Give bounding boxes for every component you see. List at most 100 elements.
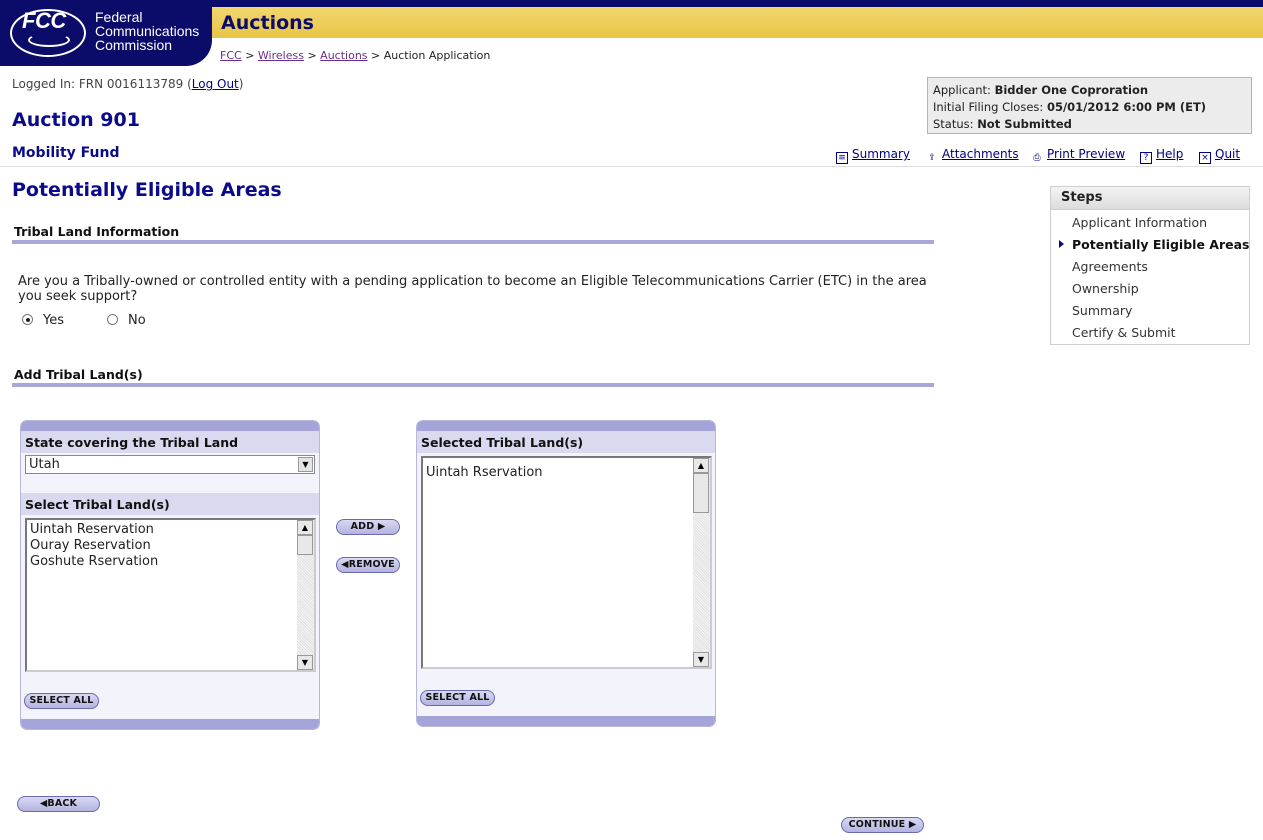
radio-yes[interactable]: Yes <box>22 313 64 328</box>
quit-icon: × <box>1199 152 1211 164</box>
tribal-info-title: Tribal Land Information <box>14 224 180 239</box>
scrollbar[interactable]: ▲ ▼ <box>693 458 710 667</box>
selected-lands-list[interactable]: Uintah Rservation ▲ ▼ <box>421 456 712 669</box>
scroll-thumb[interactable] <box>297 535 313 555</box>
radio-yes-button[interactable] <box>22 314 33 325</box>
printer-icon: ⎙ <box>1033 153 1041 163</box>
agency-line-3: Commission <box>95 37 173 53</box>
filing-closes-label: Initial Filing Closes: <box>933 100 1044 114</box>
step-potentially-eligible-areas[interactable]: Potentially Eligible Areas <box>1072 237 1249 252</box>
step-ownership[interactable]: Ownership <box>1072 281 1139 296</box>
selected-lands-panel: Selected Tribal Land(s) Uintah Rservatio… <box>416 420 716 727</box>
quit-link-label[interactable]: Quit <box>1215 147 1240 161</box>
step-agreements[interactable]: Agreements <box>1072 259 1148 274</box>
back-button[interactable]: ◀BACK <box>17 796 100 812</box>
panel-cap <box>21 421 319 431</box>
available-lands-list[interactable]: Uintah Reservation Ouray Reservation Gos… <box>25 518 316 672</box>
selected-panel-title: Selected Tribal Land(s) <box>417 431 715 453</box>
arrow-left-icon: ◀ <box>341 559 349 570</box>
step-applicant-information[interactable]: Applicant Information <box>1072 215 1207 230</box>
steps-panel: Steps Applicant Information Potentially … <box>1050 186 1250 345</box>
agency-line-2: Communications <box>95 23 200 39</box>
list-item[interactable]: Uintah Rservation <box>426 465 707 481</box>
list-item[interactable]: Uintah Reservation <box>30 522 311 538</box>
scroll-up-icon[interactable]: ▲ <box>693 458 709 473</box>
scroll-down-icon[interactable]: ▼ <box>693 652 709 667</box>
logout-link[interactable]: Log Out <box>192 77 239 91</box>
state-panel-title: State covering the Tribal Land <box>21 431 319 453</box>
breadcrumb-sep: > <box>307 49 317 62</box>
scroll-thumb[interactable] <box>693 473 709 513</box>
auction-title: Auction 901 <box>12 109 140 131</box>
list-item[interactable]: Goshute Rservation <box>30 554 311 570</box>
auction-subtitle: Mobility Fund <box>12 145 120 161</box>
steps-title: Steps <box>1051 187 1249 210</box>
tribal-question: Are you a Tribally-owned or controlled e… <box>18 274 927 304</box>
arrow-right-icon: ▶ <box>908 819 917 830</box>
applicant-label: Applicant: <box>933 83 991 97</box>
scroll-down-icon[interactable]: ▼ <box>297 655 313 670</box>
logged-in-info: Logged In: FRN 0016113789 (Log Out) <box>12 77 244 91</box>
panel-cap <box>417 716 715 726</box>
attachments-link-label[interactable]: Attachments <box>942 147 1019 161</box>
arrow-right-icon: ▶ <box>377 521 386 532</box>
summary-icon: ≡ <box>836 152 848 164</box>
summary-link-label[interactable]: Summary <box>852 147 910 161</box>
attachments-link[interactable]: ⇪ Attachments <box>926 147 1019 165</box>
state-select-value: Utah <box>29 457 60 472</box>
print-preview-link-label[interactable]: Print Preview <box>1047 147 1125 161</box>
summary-link[interactable]: ≡ Summary <box>836 147 910 164</box>
panel-cap <box>417 421 715 431</box>
breadcrumb: FCC > Wireless > Auctions > Auction Appl… <box>220 49 490 62</box>
breadcrumb-fcc[interactable]: FCC <box>220 49 242 62</box>
step-summary[interactable]: Summary <box>1072 303 1132 318</box>
logged-in-text: Logged In: FRN 0016113789 <box>12 77 184 91</box>
breadcrumb-wireless[interactable]: Wireless <box>258 49 304 62</box>
breadcrumb-sep: > <box>245 49 255 62</box>
continue-button-label: CONTINUE <box>848 819 906 830</box>
help-link-label[interactable]: Help <box>1156 147 1183 161</box>
current-step-arrow-icon <box>1059 240 1064 248</box>
scroll-up-icon[interactable]: ▲ <box>297 520 313 535</box>
radio-no-label: No <box>128 313 146 328</box>
status-label: Status: <box>933 117 974 131</box>
scrollbar[interactable]: ▲ ▼ <box>297 520 314 670</box>
step-certify-submit[interactable]: Certify & Submit <box>1072 325 1176 340</box>
attachments-icon: ⇪ <box>928 153 936 163</box>
applicant-value: Bidder One Coproration <box>994 83 1149 97</box>
help-icon: ? <box>1140 152 1152 164</box>
chevron-down-icon[interactable]: ▼ <box>298 457 313 472</box>
panel-cap <box>21 719 319 729</box>
select-all-selected-button[interactable]: SELECT ALL <box>420 690 495 706</box>
select-all-available-button[interactable]: SELECT ALL <box>24 693 99 709</box>
header-divider <box>0 166 1263 167</box>
quit-link[interactable]: × Quit <box>1199 147 1240 164</box>
fcc-logo-text: FCC <box>22 8 66 33</box>
add-tribal-title: Add Tribal Land(s) <box>14 367 143 382</box>
agency-name: Federal Communications Commission <box>95 10 199 52</box>
tribal-info-rule <box>12 240 934 244</box>
filing-closes-value: 05/01/2012 6:00 PM (ET) <box>1046 100 1207 114</box>
help-link[interactable]: ? Help <box>1140 147 1183 164</box>
status-value: Not Submitted <box>977 117 1072 131</box>
state-select[interactable]: Utah ▼ <box>25 455 315 474</box>
radio-yes-label: Yes <box>43 313 64 328</box>
remove-button[interactable]: ◀REMOVE <box>336 557 400 573</box>
breadcrumb-sep: > <box>371 49 381 62</box>
print-preview-link[interactable]: ⎙ Print Preview <box>1031 147 1125 165</box>
remove-button-label: REMOVE <box>348 559 395 570</box>
breadcrumb-auctions[interactable]: Auctions <box>320 49 367 62</box>
fcc-logo-block[interactable]: FCC Federal Communications Commission <box>0 0 212 66</box>
radio-no[interactable]: No <box>107 313 146 328</box>
select-lands-title: Select Tribal Land(s) <box>21 493 319 515</box>
add-button-label: ADD <box>350 521 375 532</box>
list-item[interactable]: Ouray Reservation <box>30 538 311 554</box>
continue-button[interactable]: CONTINUE ▶ <box>841 817 924 833</box>
applicant-info-box: Applicant: Bidder One Coproration Initia… <box>927 77 1252 134</box>
breadcrumb-current: Auction Application <box>383 49 491 62</box>
fcc-wave-icon <box>28 33 70 47</box>
page-title: Potentially Eligible Areas <box>12 179 282 201</box>
site-header: FCC Federal Communications Commission Au… <box>0 0 1263 66</box>
add-button[interactable]: ADD ▶ <box>336 519 400 535</box>
radio-no-button[interactable] <box>107 314 118 325</box>
